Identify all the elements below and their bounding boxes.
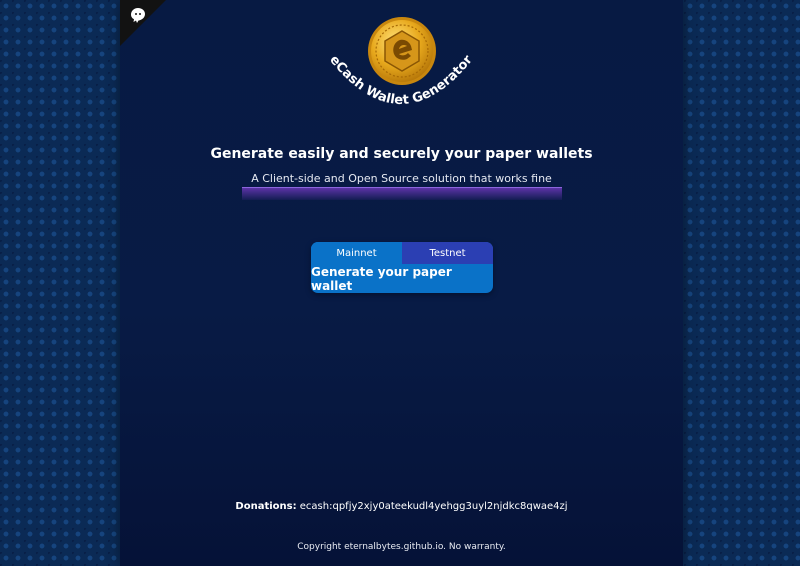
network-tabs: Mainnet Testnet	[311, 242, 493, 264]
donations-line: Donations: ecash:qpfjy2xjy0ateekudl4yehg…	[120, 501, 683, 512]
svg-text:eCash Wallet Generator: eCash Wallet Generator	[326, 52, 476, 108]
donations-address: ecash:qpfjy2xjy0ateekudl4yehgg3uyl2njdkc…	[299, 501, 568, 512]
tab-testnet[interactable]: Testnet	[402, 242, 493, 264]
app-title: eCash Wallet Generator	[326, 52, 476, 108]
page-headline: Generate easily and securely your paper …	[210, 146, 593, 162]
subheadline-underline	[242, 187, 562, 200]
octocat-icon[interactable]	[128, 6, 148, 26]
page-subheadline: A Client-side and Open Source solution t…	[251, 172, 552, 185]
wallet-generator-card: Mainnet Testnet Generate your paper wall…	[311, 242, 493, 293]
app-title-arc: eCash Wallet Generator	[326, 52, 476, 108]
tab-mainnet[interactable]: Mainnet	[311, 242, 402, 264]
main-panel: eCash Wallet Generator Generate easily a…	[120, 0, 683, 566]
copyright-text: Copyright eternalbytes.github.io. No war…	[297, 542, 506, 552]
generate-wallet-button[interactable]: Generate your paper wallet	[311, 264, 493, 293]
donations-label: Donations:	[235, 501, 297, 512]
